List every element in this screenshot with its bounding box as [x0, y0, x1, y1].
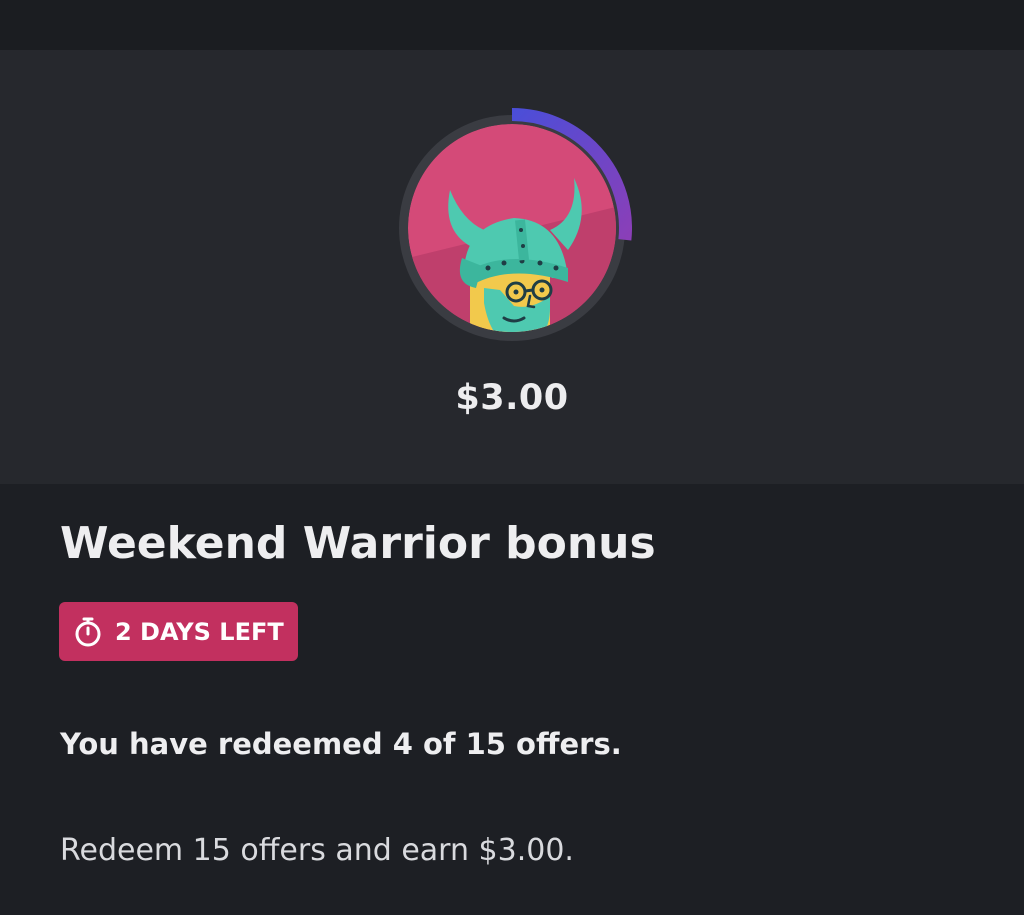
bonus-details: Weekend Warrior bonus 2 DAYS LEFT You ha…: [0, 484, 1024, 915]
redeemed-progress-text: You have redeemed 4 of 15 offers.: [60, 727, 622, 761]
bonus-badge: [392, 108, 632, 348]
time-left-badge: 2 DAYS LEFT: [59, 602, 298, 661]
bonus-description: Redeem 15 offers and earn $3.00.: [60, 833, 574, 868]
reward-amount: $3.00: [455, 378, 569, 418]
status-bar: [0, 0, 1024, 50]
progress-ring: [399, 108, 632, 341]
bonus-title: Weekend Warrior bonus: [60, 518, 656, 569]
time-left-label: 2 DAYS LEFT: [115, 617, 284, 646]
bonus-hero: $3.00: [0, 50, 1024, 484]
stopwatch-icon: [75, 617, 101, 646]
